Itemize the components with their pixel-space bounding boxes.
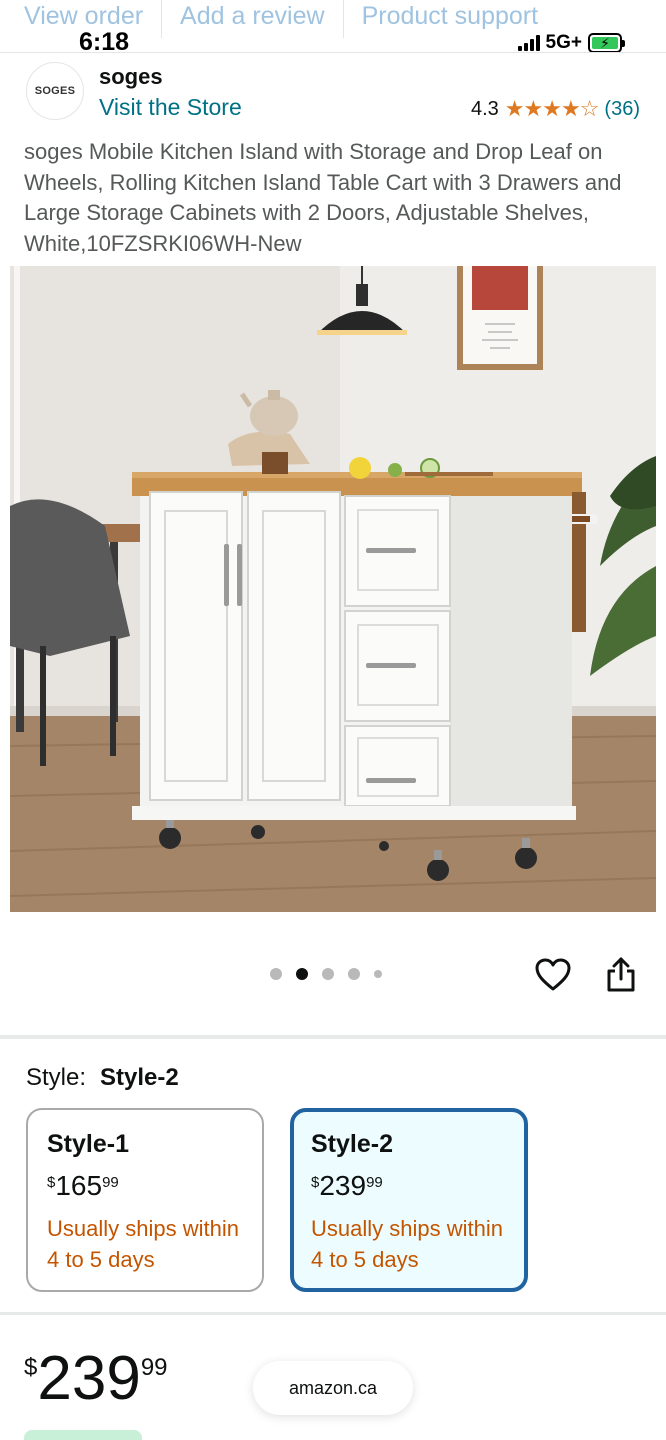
price-currency: $ xyxy=(47,1174,56,1191)
style-option-name: Style-1 xyxy=(47,1130,129,1158)
style-option-name: Style-2 xyxy=(311,1130,393,1158)
style-option-1[interactable]: Style-1 $ 165 99 Usually ships within 4 … xyxy=(26,1108,264,1292)
style-option-shipping: Usually ships within 4 to 5 days xyxy=(311,1216,503,1272)
visit-store-link[interactable]: Visit the Store xyxy=(99,94,242,121)
carousel-dot[interactable] xyxy=(322,968,334,980)
carousel-dot[interactable] xyxy=(270,968,282,980)
price-whole: 165 xyxy=(55,1170,103,1201)
section-divider xyxy=(0,1035,666,1039)
kitchen-island-illustration xyxy=(10,266,656,912)
signal-icon xyxy=(517,35,540,51)
carousel-dot-active[interactable] xyxy=(296,968,308,980)
image-carousel-dots[interactable] xyxy=(270,968,382,980)
url-domain-pill[interactable]: amazon.ca xyxy=(253,1361,413,1415)
view-order-link[interactable]: View order xyxy=(24,0,143,31)
share-icon[interactable] xyxy=(604,956,638,994)
style-label-text: Style: xyxy=(26,1064,87,1091)
network-type: 5G+ xyxy=(545,32,582,53)
header-divider xyxy=(0,52,666,53)
wishlist-heart-icon[interactable] xyxy=(534,956,572,994)
product-support-link[interactable]: Product support xyxy=(362,0,539,31)
price-currency: $ xyxy=(311,1174,320,1191)
carousel-dot[interactable] xyxy=(348,968,360,980)
brand-logo-text: SOGES xyxy=(34,85,76,97)
price-currency: $ xyxy=(24,1354,38,1381)
section-divider xyxy=(0,1312,666,1315)
price-fraction: 99 xyxy=(366,1174,383,1191)
battery-charging-icon: ⚡ xyxy=(588,33,625,53)
style-option-2[interactable]: Style-2 $ 239 99 Usually ships within 4 … xyxy=(290,1108,528,1292)
product-title: soges Mobile Kitchen Island with Storage… xyxy=(24,139,622,256)
add-review-link[interactable]: Add a review xyxy=(180,0,325,31)
style-option-price: $ 239 99 xyxy=(311,1171,524,1201)
price-whole: 239 xyxy=(319,1170,367,1201)
brand-name: soges xyxy=(99,64,163,89)
review-count[interactable]: (36) xyxy=(604,98,640,121)
style-option-price: $ 165 99 xyxy=(47,1171,262,1201)
star-rating-icon: ★★★★☆ xyxy=(504,96,600,121)
price-fraction: 99 xyxy=(140,1354,168,1381)
status-bar: 6:18 5G+ ⚡ xyxy=(0,28,666,58)
product-price: $ 239 99 xyxy=(24,1346,168,1412)
product-image[interactable] xyxy=(10,266,656,912)
style-label: Style: Style-2 xyxy=(26,1064,179,1092)
style-option-shipping: Usually ships within 4 to 5 days xyxy=(47,1216,239,1272)
style-selected-value: Style-2 xyxy=(100,1064,179,1091)
carousel-dot[interactable] xyxy=(374,970,382,978)
price-fraction: 99 xyxy=(102,1174,119,1191)
brand-logo[interactable]: SOGES xyxy=(26,62,84,120)
deal-badge xyxy=(24,1430,142,1440)
price-whole: 239 xyxy=(37,1344,141,1413)
rating-value: 4.3 xyxy=(470,97,499,120)
status-indicators: 5G+ ⚡ xyxy=(517,32,625,54)
rating-summary[interactable]: 4.3 ★★★★☆ (36) xyxy=(471,96,640,122)
